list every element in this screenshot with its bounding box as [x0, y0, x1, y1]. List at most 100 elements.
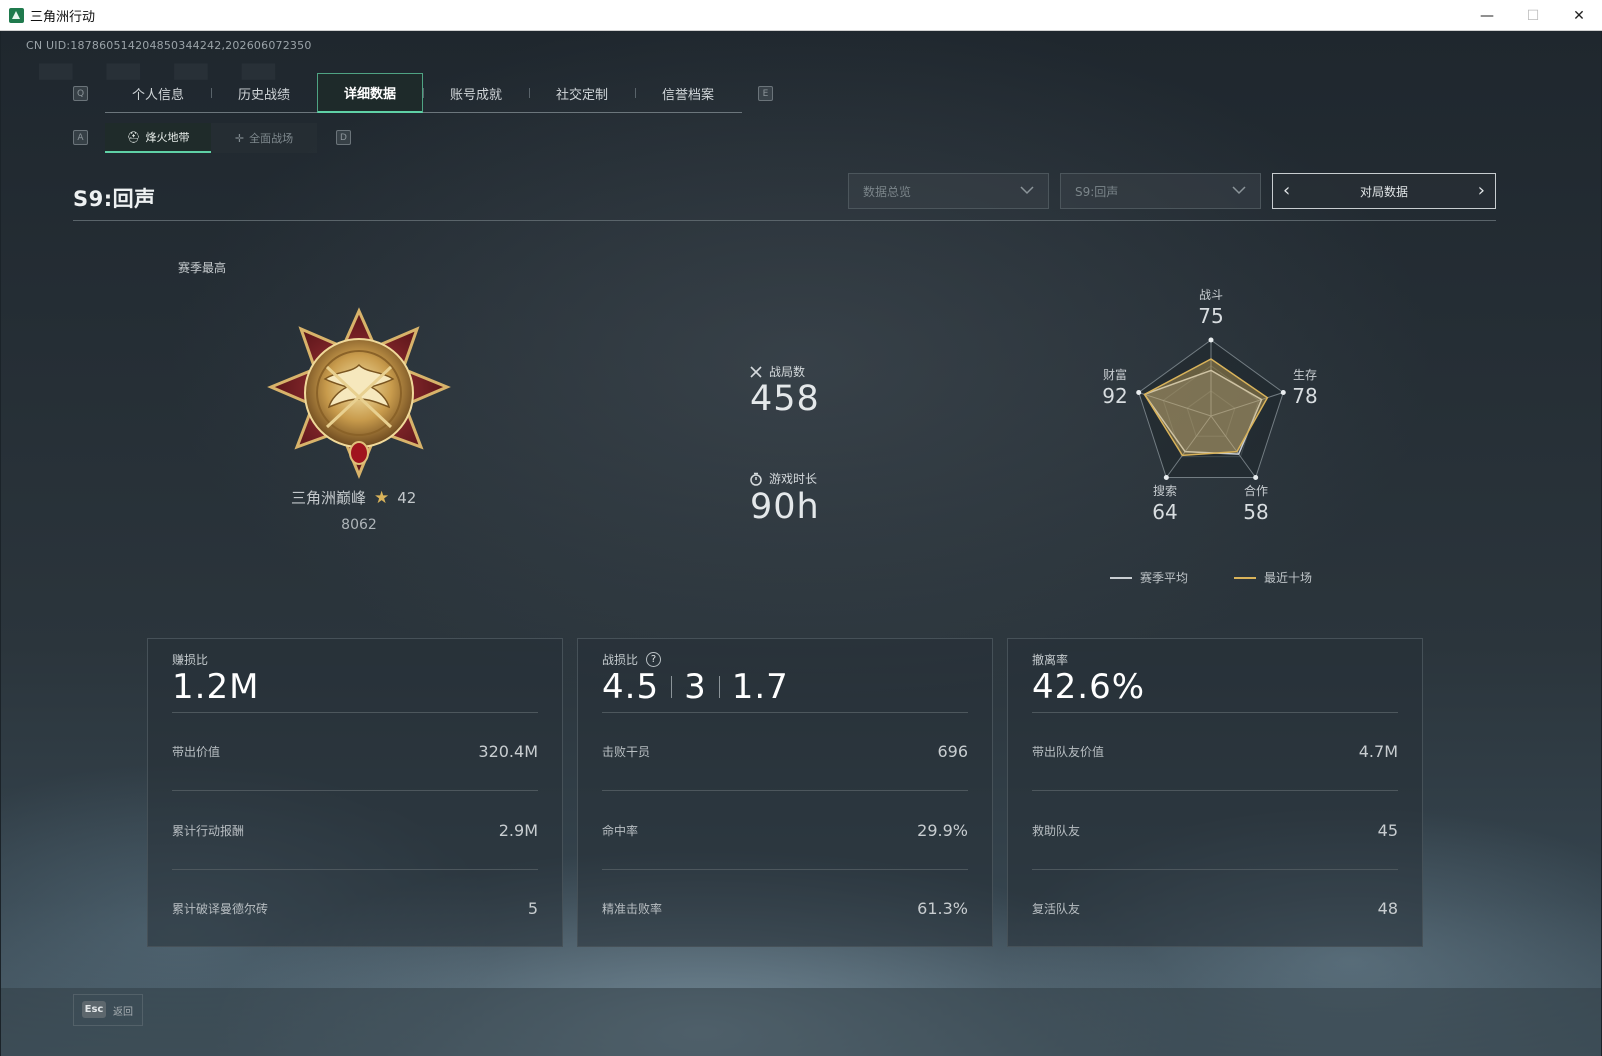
card-row: 命中率 29.9%: [602, 820, 968, 840]
season-dropdown-value: S9:回声: [1075, 184, 1119, 199]
rank-emblem-icon: [267, 307, 451, 479]
card-row-value: 4.7M: [1358, 741, 1398, 761]
bottom-band: [1, 988, 1601, 1056]
tab-personal-info[interactable]: 个人信息: [105, 73, 211, 113]
card-divider: [172, 869, 538, 870]
card-label-row: 战损比 ?: [602, 651, 662, 668]
legend-season-avg: 赛季平均: [1110, 569, 1188, 586]
pager-next-button[interactable]: ›: [1478, 182, 1485, 200]
radar-axis-name: 生存: [1292, 368, 1317, 382]
tab-social-custom[interactable]: 社交定制: [529, 73, 635, 113]
kd-value-3: 1.7: [731, 667, 789, 707]
card-row: 击败干员 696: [602, 741, 968, 761]
radar-label-wealth: 财富 92: [1085, 366, 1145, 408]
crossed-swords-icon: [750, 365, 762, 378]
card-divider: [1032, 790, 1398, 791]
card-big-value: 1.2M: [172, 667, 260, 707]
matches-label: 战局数: [769, 365, 806, 379]
pager-prev-button[interactable]: ‹: [1283, 182, 1290, 200]
close-button[interactable]: ✕: [1556, 0, 1602, 31]
card-label: 战损比: [602, 653, 639, 667]
kd-ratio-card: 战损比 ? 4.5 3 1.7 击败干员 696 命中率 29.9% 精准击败率…: [577, 638, 993, 947]
card-divider: [1032, 712, 1398, 713]
subtab-warfare[interactable]: ✛ 全面战场: [211, 123, 317, 153]
card-row-value: 320.4M: [478, 741, 538, 761]
data-overview-dropdown[interactable]: 数据总览: [848, 173, 1049, 209]
radar-vertex-dot: [1208, 337, 1214, 343]
game-screen: ▬ ▬ ▬ ▬ CN UID:187860514204850344242,202…: [1, 31, 1601, 1056]
match-data-pager: ‹ 对局数据 ›: [1272, 173, 1496, 209]
tab-match-history[interactable]: 历史战绩: [211, 73, 317, 113]
key-hint-d: D: [336, 130, 351, 145]
stopwatch-icon: [750, 472, 762, 486]
matches-value: 458: [750, 379, 820, 419]
card-row-key: 累计破译曼德尔砖: [172, 901, 269, 916]
pager-label: 对局数据: [1359, 184, 1408, 199]
card-row: 累计破译曼德尔砖 5: [172, 898, 538, 918]
window-title: 三角洲行动: [30, 9, 96, 25]
tab-detailed-data[interactable]: 详细数据: [317, 73, 423, 113]
card-divider: [172, 790, 538, 791]
value-separator: [671, 676, 673, 698]
main-tabbar: 个人信息 历史战绩 详细数据 账号成就 社交定制 信誉档案: [105, 73, 742, 113]
tab-achievements[interactable]: 账号成就: [423, 73, 529, 113]
season-dropdown[interactable]: S9:回声: [1060, 173, 1261, 209]
matches-label-row: 战局数: [749, 363, 805, 380]
season-best-label: 赛季最高: [178, 261, 227, 275]
subtab-warfare-label: 全面战场: [249, 132, 294, 145]
radar-axis-name: 合作: [1243, 484, 1268, 498]
rank-name: 三角洲巅峰: [291, 489, 367, 507]
card-row-value: 5: [527, 898, 538, 918]
radar-axis-value: 78: [1292, 384, 1318, 408]
card-row-value: 61.3%: [917, 898, 968, 918]
radar-label-search: 搜索 64: [1135, 482, 1195, 524]
card-row: 复活队友 48: [1032, 898, 1398, 918]
key-hint-e: E: [758, 86, 773, 101]
app-logo-icon: [9, 7, 24, 23]
chevron-down-icon: [1232, 186, 1246, 195]
uid-text: CN UID:187860514204850344242,20260607235…: [26, 39, 312, 52]
key-hint-a: A: [73, 130, 88, 145]
radar-label-combat: 战斗 75: [1181, 286, 1241, 328]
rank-name-row: 三角洲巅峰 ★ 42: [291, 487, 416, 508]
window-controls: — ☐ ✕: [1464, 0, 1602, 31]
help-icon[interactable]: ?: [646, 652, 662, 667]
card-row-key: 精准击败率: [602, 901, 663, 916]
card-row: 救助队友 45: [1032, 820, 1398, 840]
card-row-key: 击败干员: [602, 744, 651, 759]
card-row: 累计行动报酬 2.9M: [172, 820, 538, 840]
subtab-operations-label: 烽火地带: [145, 131, 190, 144]
helmet-icon: ⛑: [126, 130, 141, 144]
tab-credit-record[interactable]: 信誉档案: [635, 73, 741, 113]
kd-value-2: 3: [684, 667, 707, 707]
card-row: 带出价值 320.4M: [172, 741, 538, 761]
card-row-value: 48: [1377, 898, 1398, 918]
radar-axis-name: 财富: [1102, 368, 1127, 382]
card-row-value: 2.9M: [498, 820, 538, 840]
subtab-operations[interactable]: ⛑ 烽火地带: [105, 123, 211, 153]
radar-axis-name: 搜索: [1152, 484, 1177, 498]
key-hint-q: Q: [73, 86, 88, 101]
legend-swatch: [1234, 576, 1256, 579]
card-divider: [602, 790, 968, 791]
card-row-value: 29.9%: [917, 820, 968, 840]
radar-vertex-dot: [1163, 474, 1169, 480]
header-divider: [73, 220, 1496, 221]
card-row-value: 45: [1377, 820, 1398, 840]
radar-axis-value: 75: [1198, 304, 1224, 328]
maximize-button[interactable]: ☐: [1510, 0, 1556, 31]
card-row-key: 带出价值: [172, 744, 221, 759]
card-divider: [172, 712, 538, 713]
card-big-value: 4.5 3 1.7: [602, 667, 789, 707]
card-row-key: 带出队友价值: [1032, 744, 1105, 759]
rank-star-count: 42: [397, 488, 417, 507]
radar-vertex-dot: [1253, 474, 1259, 480]
esc-key-hint: Esc: [82, 1001, 106, 1018]
minimize-button[interactable]: —: [1464, 0, 1510, 31]
window-titlebar: 三角洲行动 — ☐ ✕: [0, 0, 1602, 31]
card-big-value: 42.6%: [1032, 667, 1146, 707]
back-label: 返回: [113, 1007, 133, 1018]
card-label: 赚损比: [172, 653, 209, 667]
value-separator: [718, 676, 720, 698]
rank-score: 8062: [341, 517, 377, 533]
